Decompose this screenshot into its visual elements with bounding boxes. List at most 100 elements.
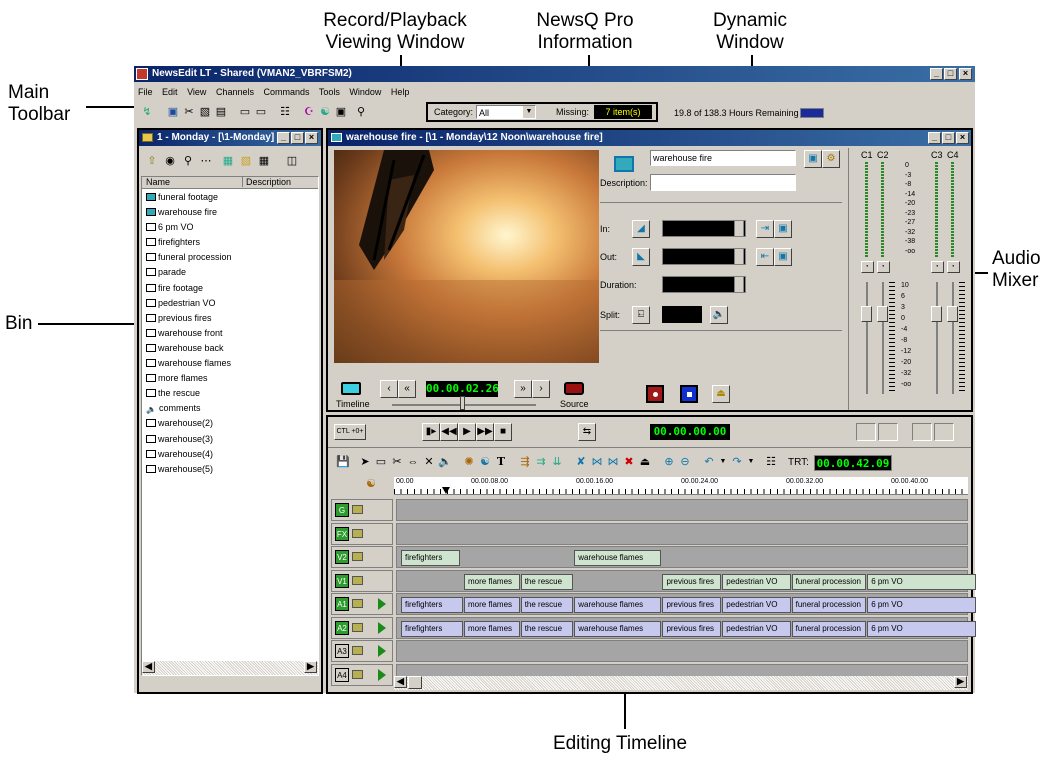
time-ruler[interactable]: 00.00 00.00.08.00 00.00.16.00 00.00.24.00 00… — [394, 477, 968, 495]
track-play-icon[interactable] — [378, 668, 386, 681]
step-back-button[interactable]: ‹ — [380, 380, 398, 398]
mark-button[interactable]: ▮▸ — [422, 423, 440, 441]
out-spinner[interactable] — [734, 248, 744, 265]
bin-item[interactable]: warehouse fire — [142, 205, 318, 220]
folder-clip-icon[interactable]: ▦ — [257, 154, 271, 168]
timeline-clip[interactable]: 6 pm VO — [867, 573, 977, 590]
solo-c1-button[interactable]: · — [861, 261, 874, 273]
mark-out-button[interactable]: ◣ — [632, 248, 650, 266]
save-icon[interactable]: 💾 — [336, 455, 350, 469]
rewind-button[interactable]: « — [398, 380, 416, 398]
bin-item[interactable]: warehouse flames — [142, 356, 318, 371]
audio-icon[interactable]: 🔈 — [438, 455, 452, 469]
track-toggle-button[interactable]: V2 — [335, 550, 349, 564]
timeline-clip[interactable]: 6 pm VO — [867, 597, 977, 613]
track-options-icon[interactable] — [352, 599, 363, 608]
timeline-properties-icon[interactable]: ☷ — [764, 455, 778, 469]
track-options-icon[interactable] — [352, 646, 363, 655]
bin-item[interactable]: fire footage — [142, 281, 318, 296]
bin-item[interactable]: pedestrian VO — [142, 296, 318, 311]
effects-icon[interactable]: ✺ — [462, 455, 476, 469]
menu-view[interactable]: View — [187, 87, 206, 97]
track-options-icon[interactable] — [352, 575, 363, 585]
more-icon[interactable]: ⋯ — [199, 154, 213, 168]
track-toggle-button[interactable]: A4 — [335, 667, 349, 682]
timeline-clip[interactable]: warehouse flames — [574, 550, 662, 566]
delete-icon[interactable]: ✕ — [422, 455, 436, 469]
find-icon[interactable]: ⚲ — [354, 105, 368, 119]
menu-edit[interactable]: Edit — [162, 87, 178, 97]
bin-item[interactable]: warehouse(3) — [142, 432, 318, 447]
clear-in-button[interactable]: ▣ — [774, 220, 792, 238]
close-button[interactable]: × — [959, 68, 972, 80]
timeline-clip[interactable]: warehouse flames — [574, 620, 662, 637]
ctl-button[interactable]: CTL +0+ — [334, 424, 366, 440]
goto-in-button[interactable]: ⇥ — [756, 220, 774, 238]
menu-channels[interactable]: Channels — [216, 87, 254, 97]
bin-item[interactable]: warehouse(4) — [142, 447, 318, 462]
timeline-clip[interactable]: pedestrian VO — [722, 573, 791, 590]
jog-slider-thumb[interactable] — [460, 396, 465, 410]
in-spinner[interactable] — [734, 220, 744, 237]
timeline-clip[interactable]: 6 pm VO — [867, 620, 977, 637]
fader-knob-c1[interactable] — [861, 306, 872, 322]
solo-c2-button[interactable]: · — [877, 261, 890, 273]
solo-c3-button[interactable]: · — [931, 261, 944, 273]
timeline-clip[interactable]: warehouse flames — [574, 597, 662, 613]
playhead-lock-icon[interactable]: ☯ — [364, 477, 378, 491]
tl-scroll-left-button[interactable]: ◀ — [394, 676, 407, 688]
scroll-right-button[interactable]: ▶ — [304, 661, 317, 673]
tl-fast-forward-button[interactable]: ▶▶ — [476, 423, 494, 441]
bin-maximize-button[interactable]: □ — [291, 132, 304, 144]
track-options-icon[interactable] — [352, 622, 363, 632]
record-button[interactable] — [646, 385, 664, 403]
menu-tools[interactable]: Tools — [319, 87, 340, 97]
fader-knob-c4[interactable] — [947, 306, 958, 322]
media-icon[interactable]: ▭ — [238, 105, 252, 119]
zoom-in-icon[interactable]: ⊕ — [662, 455, 676, 469]
loop-icon[interactable]: ⇆ — [578, 423, 596, 441]
tl-play-button[interactable]: ▶ — [458, 423, 476, 441]
bin-item[interactable]: 🔈 comments — [142, 401, 318, 416]
track-toggle-button[interactable]: A2 — [335, 620, 349, 635]
track-lane-a1[interactable]: firefighters more flames the rescue warehou… — [396, 593, 977, 615]
up-folder-icon[interactable]: ⇧ — [145, 154, 159, 168]
bin-item[interactable]: warehouse(5) — [142, 462, 318, 477]
monitor-icon[interactable]: ▧ — [198, 105, 212, 119]
bin-item[interactable]: funeral procession — [142, 250, 318, 265]
columns-icon[interactable]: ◫ — [285, 154, 299, 168]
track-toggle-button[interactable]: A1 — [335, 597, 349, 611]
menu-help[interactable]: Help — [391, 87, 410, 97]
maximize-button[interactable]: □ — [944, 68, 957, 80]
trim-icon[interactable]: ✘ — [574, 455, 588, 469]
split-audio-icon[interactable]: 🔈 — [710, 306, 728, 324]
select-clip-icon[interactable]: ▭ — [374, 455, 388, 469]
tl-stop-button[interactable]: ■ — [494, 423, 512, 441]
track-toggle-button[interactable]: FX — [335, 526, 349, 541]
duration-spinner[interactable] — [734, 276, 744, 293]
timeline-clip[interactable]: firefighters — [401, 597, 463, 613]
slide-icon[interactable]: ⇊ — [550, 455, 564, 469]
import-icon[interactable]: ↯ — [140, 105, 154, 119]
bin-hscrollbar[interactable]: ◀ ▶ — [142, 661, 318, 675]
record-deck-icon[interactable]: ▣ — [334, 105, 348, 119]
timeline-clip[interactable]: pedestrian VO — [722, 620, 791, 637]
minimize-button[interactable]: _ — [930, 68, 943, 80]
undo-dropdown-icon[interactable]: ▼ — [716, 455, 730, 469]
bin-item[interactable]: 6 pm VO — [142, 220, 318, 235]
razor-icon[interactable]: ✂ — [390, 455, 404, 469]
timeline-clip[interactable]: previous fires — [662, 597, 722, 613]
pointer-icon[interactable]: ➤ — [358, 455, 372, 469]
bin-item[interactable]: warehouse front — [142, 326, 318, 341]
timeline-clip[interactable]: more flames — [464, 597, 520, 613]
track-toggle-button[interactable]: V1 — [335, 573, 349, 588]
timeline-clip[interactable]: firefighters — [401, 550, 460, 566]
bin-item[interactable]: funeral footage — [142, 190, 318, 205]
timeline-clip[interactable]: funeral procession — [791, 620, 867, 637]
solo-c4-button[interactable]: · — [947, 261, 960, 273]
bin-item[interactable]: warehouse back — [142, 341, 318, 356]
clear-out-button[interactable]: ▣ — [774, 248, 792, 266]
undo-icon[interactable]: ↶ — [702, 455, 716, 469]
redo-icon[interactable]: ↷ — [730, 455, 744, 469]
goto-out-button[interactable]: ⇤ — [756, 248, 774, 266]
